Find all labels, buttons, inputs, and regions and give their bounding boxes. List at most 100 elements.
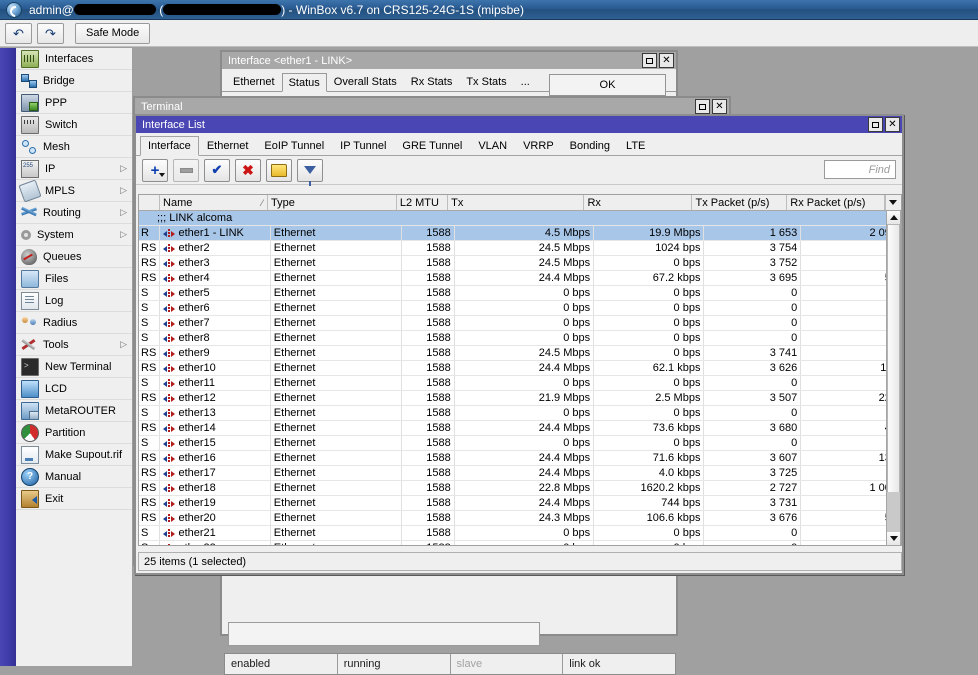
table-row[interactable]: RS ether17 Ethernet 1588 24.4 Mbps 4.0 kbps 3 … [139, 466, 901, 481]
scrollbar-thumb[interactable] [887, 224, 900, 494]
column-header-flags[interactable] [139, 195, 161, 210]
close-icon[interactable]: ✕ [659, 53, 674, 68]
tab-ethernet[interactable]: Ethernet [226, 73, 282, 91]
sidebar-item-interfaces[interactable]: Interfaces [16, 48, 132, 70]
sidebar-item-partition[interactable]: Partition [16, 422, 132, 444]
column-header-l2-mtu[interactable]: L2 MTU [396, 195, 449, 210]
tab-vlan[interactable]: VLAN [470, 136, 515, 155]
sidebar-item-metarouter[interactable]: MetaROUTER [16, 400, 132, 422]
tab-tx-stats[interactable]: Tx Stats [459, 73, 513, 91]
comment-row[interactable]: ;;; LINK alcoma [139, 211, 901, 226]
interface-ether1-field[interactable] [228, 622, 540, 646]
tab-overall-stats[interactable]: Overall Stats [327, 73, 404, 91]
cell-tx: 24.4 Mbps [455, 421, 595, 435]
table-row[interactable]: Sether21Ethernet15880 bps0 bps00 [139, 526, 901, 541]
table-row[interactable]: RS ether20 Ethernet 1588 24.3 Mbps 106.6 kbps… [139, 511, 901, 526]
table-row[interactable]: RS ether19 Ethernet 1588 24.4 Mbps 744 bps 3 7… [139, 496, 901, 511]
column-header-rx-packet-p-s[interactable]: Rx Packet (p/s) [787, 195, 885, 210]
undo-button[interactable]: ↶ [5, 22, 32, 44]
sidebar-item-manual[interactable]: Manual [16, 466, 132, 488]
maximize-icon[interactable] [695, 99, 710, 114]
sidebar-item-make-supout-rif[interactable]: Make Supout.rif [16, 444, 132, 466]
sidebar-item-system[interactable]: System ▷ [16, 224, 132, 246]
interface-list-titlebar[interactable]: Interface List ✕ [136, 116, 902, 133]
table-row[interactable]: RS ether10 Ethernet 1588 24.4 Mbps 62.1 kbps 3… [139, 361, 901, 376]
column-header-type[interactable]: Type [268, 195, 397, 210]
table-row[interactable]: Sether8Ethernet15880 bps0 bps00 [139, 331, 901, 346]
maximize-icon[interactable] [642, 53, 657, 68]
table-row[interactable]: Rether1 - LINK Ethernet 1588 4.5 Mbps 19.9 M… [139, 226, 901, 241]
tab-[interactable]: ... [514, 73, 537, 91]
filter-button[interactable] [297, 158, 323, 186]
table-row[interactable]: RS ether14 Ethernet 1588 24.4 Mbps 73.6 kbps 3… [139, 421, 901, 436]
scroll-up-arrow-icon[interactable] [887, 211, 900, 224]
close-icon[interactable]: ✕ [712, 99, 727, 114]
sidebar-item-exit[interactable]: Exit [16, 488, 132, 510]
maximize-icon[interactable] [868, 117, 883, 132]
scroll-down-arrow-icon[interactable] [887, 532, 900, 545]
sidebar-item-routing[interactable]: Routing ▷ [16, 202, 132, 224]
disable-button[interactable]: ✖ [235, 158, 261, 182]
sidebar-item-tools[interactable]: Tools ▷ [16, 334, 132, 356]
close-icon[interactable]: ✕ [885, 117, 900, 132]
enable-button[interactable]: ✔ [204, 158, 230, 182]
sidebar-item-mpls[interactable]: MPLS ▷ [16, 178, 132, 203]
table-row[interactable]: RSether3Ethernet158824.5 Mbps0 bps3 7520 [139, 256, 901, 271]
sidebar-item-log[interactable]: Log [16, 290, 132, 312]
search-input[interactable]: Find [824, 160, 896, 179]
column-header-tx-packet-p-s[interactable]: Tx Packet (p/s) [692, 195, 788, 210]
tab-interface[interactable]: Interface [140, 136, 199, 156]
ok-button[interactable]: OK [549, 74, 666, 96]
table-row[interactable]: Sether15Ethernet15880 bps0 bps00 [139, 436, 901, 451]
tab-lte[interactable]: LTE [618, 136, 653, 155]
sidebar-item-switch[interactable]: Switch [16, 114, 132, 136]
table-row[interactable]: Sether13Ethernet15880 bps0 bps00 [139, 406, 901, 421]
column-header-tx[interactable]: Tx [448, 195, 585, 210]
safe-mode-button[interactable]: Safe Mode [75, 22, 151, 44]
table-row[interactable]: RSether9Ethernet158824.5 Mbps0 bps3 7410 [139, 346, 901, 361]
tab-ip-tunnel[interactable]: IP Tunnel [332, 136, 394, 155]
scrollbar-track[interactable] [887, 492, 900, 532]
add-button[interactable]: + [142, 158, 168, 182]
interface-list-window[interactable]: Interface List ✕ Interface Ethernet EoIP T… [134, 114, 904, 575]
sidebar-item-queues[interactable]: Queues [16, 246, 132, 268]
sidebar-item-new-terminal[interactable]: New Terminal [16, 356, 132, 378]
sidebar-item-radius[interactable]: Radius [16, 312, 132, 334]
interface-ether1-titlebar[interactable]: Interface <ether1 - LINK> ✕ [222, 52, 676, 69]
tab-status[interactable]: Status [281, 73, 327, 92]
table-row[interactable]: RS ether12 Ethernet 1588 21.9 Mbps 2.5 Mbps 3 … [139, 391, 901, 406]
tab-gre-tunnel[interactable]: GRE Tunnel [394, 136, 470, 155]
table-row[interactable]: Sether22Ethernet15880 bps0 bps00 [139, 541, 901, 545]
tab-vrrp[interactable]: VRRP [515, 136, 562, 155]
comment-button[interactable] [266, 158, 292, 182]
interface-name-label: ether15 [178, 437, 216, 449]
sidebar-item-ip[interactable]: IP ▷ [16, 158, 132, 180]
redo-button[interactable]: ↷ [37, 22, 64, 44]
column-header-rx[interactable]: Rx [584, 195, 693, 210]
table-row[interactable]: RS ether2 Ethernet 1588 24.5 Mbps 1024 bps 3 7… [139, 241, 901, 256]
sidebar-item-ppp[interactable]: PPP [16, 92, 132, 114]
tab-rx-stats[interactable]: Rx Stats [404, 73, 460, 91]
tab-ethernet[interactable]: Ethernet [199, 136, 257, 155]
sidebar-item-lcd[interactable]: LCD [16, 378, 132, 400]
table-row[interactable]: Sether11Ethernet15880 bps0 bps00 [139, 376, 901, 391]
table-row[interactable]: Sether5Ethernet15880 bps0 bps00 [139, 286, 901, 301]
terminal-titlebar[interactable]: Terminal ✕ [135, 98, 729, 115]
vertical-scrollbar[interactable] [886, 210, 901, 546]
table-row[interactable]: Sether7Ethernet15880 bps0 bps00 [139, 316, 901, 331]
sidebar-item-files[interactable]: Files [16, 268, 132, 290]
sidebar-item-bridge[interactable]: Bridge [16, 70, 132, 92]
interface-name-label: ether9 [178, 347, 210, 359]
table-row[interactable]: RS ether4 Ethernet 1588 24.4 Mbps 67.2 kbps 3 … [139, 271, 901, 286]
tab-eoip-tunnel[interactable]: EoIP Tunnel [256, 136, 332, 155]
column-header-name[interactable]: Name ⁄ [160, 195, 269, 210]
table-row[interactable]: RS ether16 Ethernet 1588 24.4 Mbps 71.6 kbps 3… [139, 451, 901, 466]
remove-button[interactable] [173, 158, 199, 182]
system-gear-icon [21, 229, 31, 240]
table-row[interactable]: RS ether18 Ethernet 1588 22.8 Mbps 1620.2 kbp… [139, 481, 901, 496]
tab-bonding[interactable]: Bonding [562, 136, 618, 155]
table-row[interactable]: Sether6Ethernet15880 bps0 bps00 [139, 301, 901, 316]
sidebar-item-mesh[interactable]: Mesh [16, 136, 132, 158]
cell-flags: RS [139, 241, 161, 255]
column-menu-arrow-icon[interactable] [884, 195, 901, 210]
